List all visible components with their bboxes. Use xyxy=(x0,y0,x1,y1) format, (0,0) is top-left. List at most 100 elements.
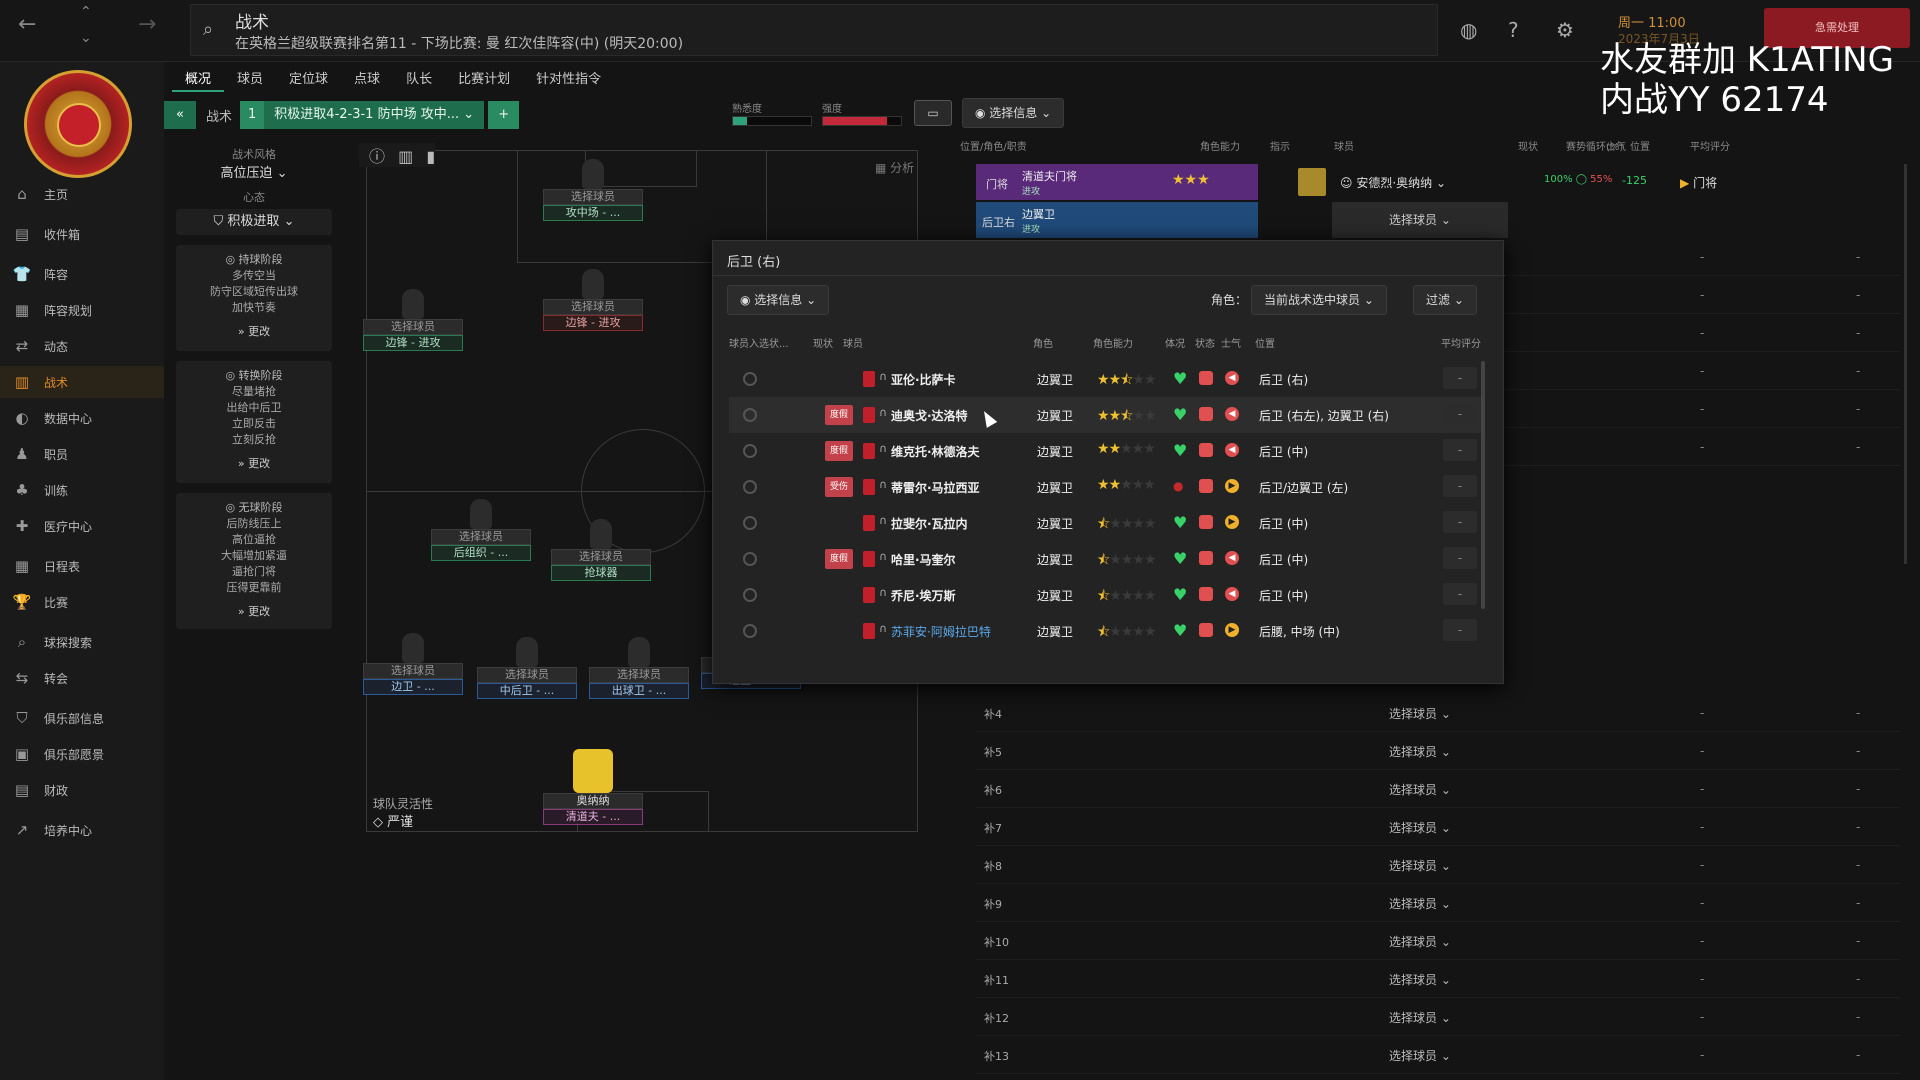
chevron-up-icon[interactable]: ⌃ xyxy=(80,4,92,20)
player-name[interactable]: 哈里·马奎尔 xyxy=(891,551,956,568)
position-slot[interactable]: 选择球员 抢球器 xyxy=(551,519,651,581)
change-button[interactable]: » 更改 xyxy=(176,455,332,471)
popup-column-header[interactable]: 体况 xyxy=(1165,335,1185,350)
select-radio[interactable] xyxy=(743,444,757,458)
position-slot[interactable]: 选择球员 攻中场 - ... xyxy=(543,159,643,221)
tab-2[interactable]: 定位球 xyxy=(276,68,341,92)
rb-position-row[interactable]: 后卫右 边翼卫 进攻 xyxy=(976,202,1258,238)
slot-role[interactable]: 边锋 - 进攻 xyxy=(543,315,643,331)
position-slot[interactable]: 奥纳纳 清道夫 - ... xyxy=(543,749,643,825)
player-name[interactable]: 拉斐尔·瓦拉内 xyxy=(891,515,968,532)
select-info-dropdown[interactable]: ◉ 选择信息 ⌄ xyxy=(962,98,1065,128)
player-row[interactable]: ∩ 苏菲安·阿姆拉巴特 边翼卫 ⯪★★★★ ♥ ▶ 后腰, 中场 (中) - xyxy=(729,613,1483,649)
filter-dropdown[interactable]: 过滤 ⌄ xyxy=(1413,285,1477,315)
position-slot[interactable]: 选择球员 出球卫 - ... xyxy=(589,637,689,699)
slot-role[interactable]: 中后卫 - ... xyxy=(477,683,577,699)
select-radio[interactable] xyxy=(743,516,757,530)
slot-role[interactable]: 出球卫 - ... xyxy=(589,683,689,699)
select-player-label[interactable]: 奥纳纳 xyxy=(543,793,643,809)
help-icon[interactable]: ? xyxy=(1508,18,1519,42)
right-scrollbar[interactable] xyxy=(1904,164,1907,564)
select-player-dropdown[interactable]: 选择球员 ⌄ xyxy=(1332,1000,1508,1036)
gk-player[interactable]: ☺ 安德烈·奥纳纳 ⌄ xyxy=(1340,174,1446,191)
popup-column-header[interactable]: 平均评分 xyxy=(1441,335,1481,350)
sidebar-item-planner[interactable]: ▦ 阵容规划 xyxy=(0,294,164,326)
tab-0[interactable]: 概况 xyxy=(172,68,225,92)
popup-column-header[interactable]: 角色 xyxy=(1033,335,1053,350)
select-player-dropdown[interactable]: 选择球员 ⌄ xyxy=(1332,924,1508,960)
select-player-dropdown[interactable]: 选择球员 ⌄ xyxy=(1332,1038,1508,1074)
select-player-label[interactable]: 选择球员 xyxy=(431,529,531,545)
sidebar-item-calendar[interactable]: ▦ 日程表 xyxy=(0,550,164,582)
popup-column-header[interactable]: 球员 xyxy=(843,335,863,350)
sidebar-item-finance[interactable]: ▤ 财政 xyxy=(0,774,164,806)
sidebar-item-inbox[interactable]: ▤ 收件箱 xyxy=(0,218,164,250)
select-radio[interactable] xyxy=(743,408,757,422)
collapse-icon[interactable]: « xyxy=(164,101,196,129)
back-arrow-icon[interactable]: ← xyxy=(18,12,36,37)
add-tactic-button[interactable]: + xyxy=(488,101,520,129)
globe-icon[interactable]: ◍ xyxy=(1460,18,1477,42)
column-header[interactable]: 现状 xyxy=(1518,138,1538,153)
tactic-name-dropdown[interactable]: 积极进取4-2-3-1 防中场 攻中... ⌄ xyxy=(264,101,485,129)
select-player-label[interactable]: 选择球员 xyxy=(363,319,463,335)
popup-column-header[interactable]: 士气 xyxy=(1221,335,1241,350)
select-player-dropdown[interactable]: 选择球员 ⌄ xyxy=(1332,848,1508,884)
sidebar-item-dynamics[interactable]: ⇄ 动态 xyxy=(0,330,164,362)
change-button[interactable]: » 更改 xyxy=(176,603,332,619)
mentality-dropdown[interactable]: ⛉ 积极进取 ⌄ xyxy=(176,209,332,235)
select-player-dropdown[interactable]: 选择球员 ⌄ xyxy=(1332,962,1508,998)
tab-5[interactable]: 比赛计划 xyxy=(445,68,523,92)
select-player-label[interactable]: 选择球员 xyxy=(543,299,643,315)
select-player-dropdown[interactable]: 选择球员 ⌄ xyxy=(1332,810,1508,846)
sidebar-item-squad[interactable]: 👕 阵容 xyxy=(0,258,164,290)
select-player-dropdown[interactable]: 选择球员 ⌄ xyxy=(1332,886,1508,922)
select-player-label[interactable]: 选择球员 xyxy=(477,667,577,683)
select-player-label[interactable]: 选择球员 xyxy=(589,667,689,683)
out-possession-box[interactable]: ◎ 无球阶段 后防线压上 高位逼抢 大幅增加紧逼 逼抢门将 压得更靠前 » 更改 xyxy=(176,493,332,629)
select-radio[interactable] xyxy=(743,552,757,566)
select-radio[interactable] xyxy=(743,480,757,494)
select-radio[interactable] xyxy=(743,372,757,386)
rb-select-player[interactable]: 选择球员 ⌄ xyxy=(1332,202,1508,238)
player-row[interactable]: ∩ 亚伦·比萨卡 边翼卫 ★★⯪★★ ♥ ◀ 后卫 (右) - xyxy=(729,361,1483,397)
player-name[interactable]: 迪奥戈·达洛特 xyxy=(891,407,968,424)
role-filter-dropdown[interactable]: 当前战术选中球员 ⌄ xyxy=(1251,285,1387,315)
tab-6[interactable]: 针对性指令 xyxy=(523,68,614,92)
popup-column-header[interactable]: 现状 xyxy=(813,335,833,350)
flexibility-value[interactable]: ◇ 严谨 xyxy=(373,811,413,830)
column-header[interactable]: 球员 xyxy=(1334,138,1354,153)
in-possession-box[interactable]: ◎ 持球阶段 多传空当 防守区域短传出球 加快节奏 » 更改 xyxy=(176,245,332,351)
player-name[interactable]: 苏菲安·阿姆拉巴特 xyxy=(891,623,991,640)
sidebar-item-staff[interactable]: ♟ 职员 xyxy=(0,438,164,470)
popup-column-header[interactable]: 角色能力 xyxy=(1093,335,1133,350)
select-player-dropdown[interactable]: 选择球员 ⌄ xyxy=(1332,696,1508,732)
tv-icon[interactable]: ▭ xyxy=(914,100,952,126)
tab-4[interactable]: 队长 xyxy=(393,68,445,92)
sidebar-item-trophy[interactable]: 🏆 比赛 xyxy=(0,586,164,618)
popup-scrollbar[interactable] xyxy=(1481,361,1485,609)
select-radio[interactable] xyxy=(743,624,757,638)
popup-column-header[interactable]: 位置 xyxy=(1255,335,1275,350)
slot-role[interactable]: 抢球器 xyxy=(551,565,651,581)
column-header[interactable]: 士气 xyxy=(1606,138,1626,153)
slot-role[interactable]: 后组织 - ... xyxy=(431,545,531,561)
sidebar-item-development[interactable]: ↗ 培养中心 xyxy=(0,814,164,846)
column-header[interactable]: 位置/角色/职责 xyxy=(960,138,1027,153)
gk-position-row[interactable]: 门将 清道夫门将 进攻 ★★★ xyxy=(976,164,1258,200)
player-row[interactable]: 度假 ∩ 维克托·林德洛夫 边翼卫 ★★★★★ ♥ ◀ 后卫 (中) - xyxy=(729,433,1483,469)
slot-role[interactable]: 清道夫 - ... xyxy=(543,809,643,825)
tactic-number[interactable]: 1 xyxy=(240,101,265,129)
style-value[interactable]: 高位压迫 ⌄ xyxy=(176,162,332,181)
player-row[interactable]: ∩ 拉斐尔·瓦拉内 边翼卫 ⯪★★★★ ♥ ▶ 后卫 (中) - xyxy=(729,505,1483,541)
search-bar[interactable]: ⌕ 战术 在英格兰超级联赛排名第11 - 下场比赛: 曼 红次佳阵容(中) (明… xyxy=(190,4,1438,56)
column-header[interactable]: 角色能力 xyxy=(1200,138,1240,153)
position-slot[interactable]: 选择球员 边锋 - 进攻 xyxy=(543,269,643,331)
select-radio[interactable] xyxy=(743,588,757,602)
tab-1[interactable]: 球员 xyxy=(224,68,276,92)
select-player-label[interactable]: 选择球员 xyxy=(543,189,643,205)
select-player-label[interactable]: 选择球员 xyxy=(363,663,463,679)
bar-chart-icon[interactable]: ▥ xyxy=(398,147,413,166)
position-slot[interactable]: 选择球员 中后卫 - ... xyxy=(477,637,577,699)
sidebar-item-medical[interactable]: ✚ 医疗中心 xyxy=(0,510,164,542)
